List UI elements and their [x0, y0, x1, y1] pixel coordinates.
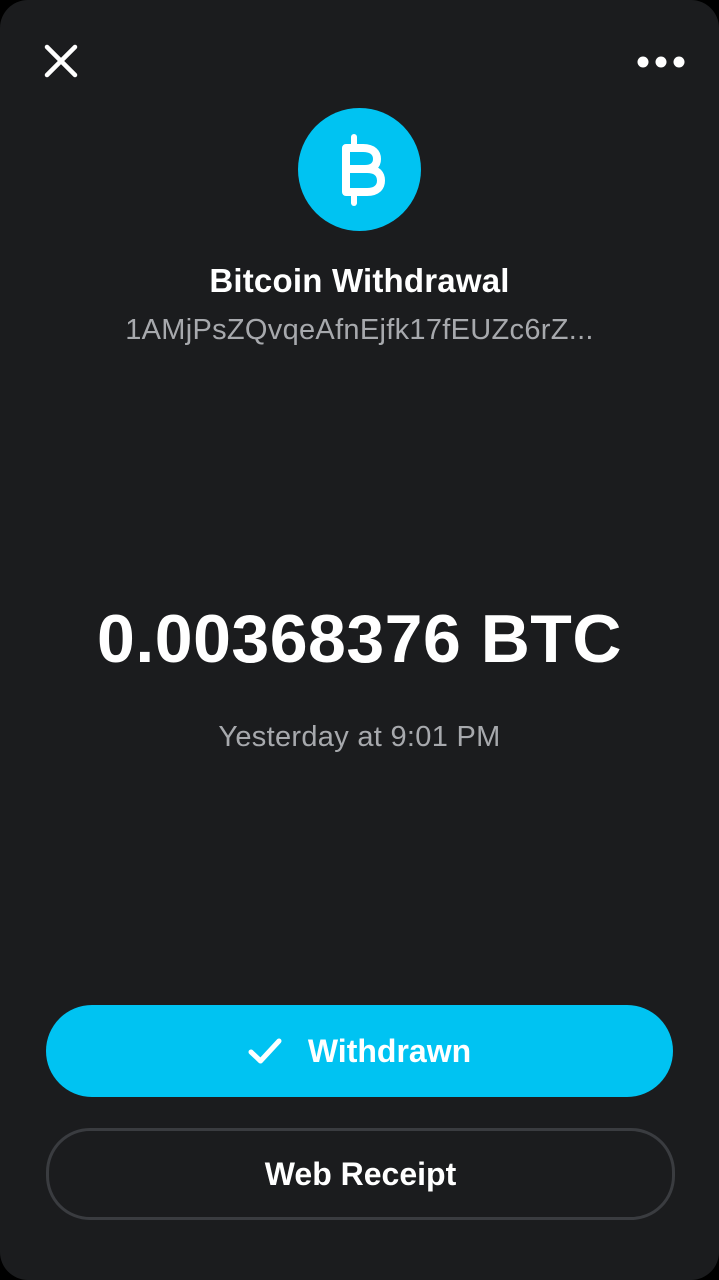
more-horizontal-icon [637, 56, 685, 68]
withdrawn-status-button[interactable]: Withdrawn [46, 1005, 673, 1097]
transaction-detail-screen: Bitcoin Withdrawal 1AMjPsZQvqeAfnEjfk17f… [0, 0, 719, 1280]
wallet-address: 1AMjPsZQvqeAfnEjfk17fEUZc6rZ... [125, 314, 594, 346]
web-receipt-label: Web Receipt [264, 1155, 457, 1192]
bitcoin-avatar [298, 108, 421, 231]
close-button[interactable] [36, 36, 86, 86]
close-icon [44, 44, 78, 78]
more-options-button[interactable] [633, 40, 689, 84]
web-receipt-button[interactable]: Web Receipt [46, 1128, 675, 1220]
transaction-amount: 0.00368376 BTC [97, 601, 622, 677]
bitcoin-icon [341, 133, 385, 206]
withdrawn-status-label: Withdrawn [307, 1032, 472, 1069]
transaction-title: Bitcoin Withdrawal [209, 262, 510, 299]
transaction-date: Yesterday at 9:01 PM [218, 721, 501, 753]
checkmark-icon [248, 1034, 282, 1068]
